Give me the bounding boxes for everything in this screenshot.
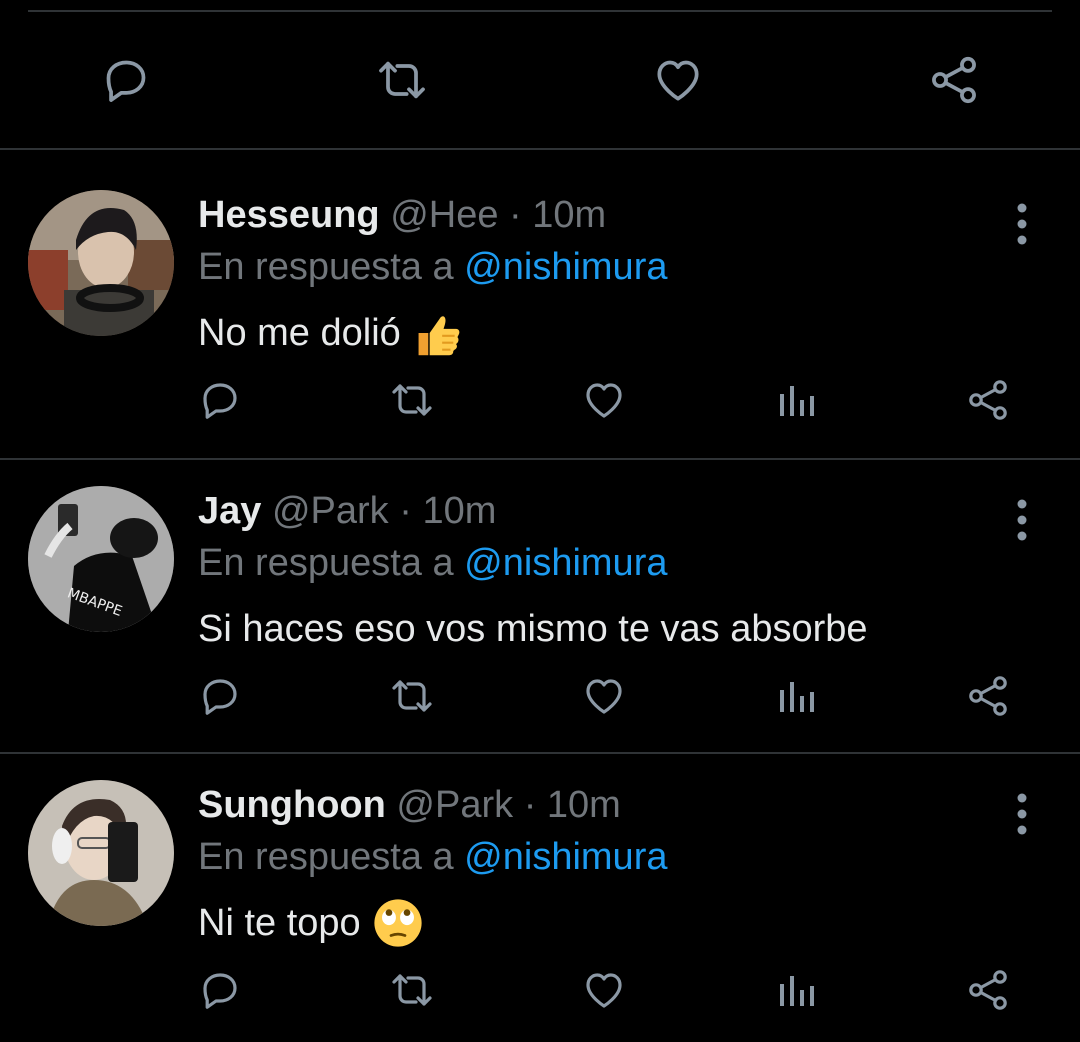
avatar-image <box>28 190 174 336</box>
avatar-image <box>28 780 174 926</box>
avatar[interactable]: MBAPPE <box>28 486 174 632</box>
tweet-actions <box>0 668 1080 724</box>
eye-roll-emoji <box>374 899 422 947</box>
like-icon <box>586 679 622 714</box>
tweet-header: Sunghoon @Park · 10m <box>198 782 621 828</box>
more-vertical-icon <box>1017 793 1027 835</box>
analytics-button[interactable] <box>768 372 824 428</box>
reply-context: En respuesta a @nishimura <box>198 834 667 880</box>
more-vertical-icon <box>1017 499 1027 541</box>
user-handle[interactable]: @Hee <box>390 194 498 236</box>
mention-link[interactable]: @nishimura <box>464 246 667 288</box>
share-button[interactable] <box>960 962 1016 1018</box>
user-handle[interactable]: @Park <box>396 784 513 826</box>
like-icon <box>657 60 699 101</box>
share-button[interactable] <box>960 372 1016 428</box>
share-button[interactable] <box>960 668 1016 724</box>
tweet-body: Ni te topo <box>198 902 361 944</box>
tweet-text: No me dolió <box>198 308 463 358</box>
display-name[interactable]: Jay <box>198 490 261 532</box>
tweet-body: Si haces eso vos mismo te vas absorbe <box>198 608 868 650</box>
reply-tweet[interactable]: MBAPPE Jay @Park · 10m En respuesta a @n… <box>0 446 1080 740</box>
retweet-icon <box>379 61 425 99</box>
tweet-actions <box>0 372 1080 428</box>
reply-icon <box>106 60 146 102</box>
reply-context-label: En respuesta a <box>198 542 454 584</box>
like-button[interactable] <box>576 668 632 724</box>
timestamp: · 10m <box>399 490 497 532</box>
display-name[interactable]: Sunghoon <box>198 784 386 826</box>
reply-icon <box>203 679 237 715</box>
like-button[interactable] <box>576 962 632 1018</box>
like-button[interactable] <box>646 48 710 112</box>
retweet-button[interactable] <box>384 962 440 1018</box>
analytics-icon <box>780 682 814 712</box>
reply-tweet[interactable]: Sunghoon @Park · 10m En respuesta a @nis… <box>0 740 1080 1034</box>
avatar[interactable] <box>28 780 174 926</box>
reply-button[interactable] <box>192 668 248 724</box>
tweet-text: Ni te topo <box>198 898 423 948</box>
reply-icon <box>203 383 237 419</box>
avatar[interactable] <box>28 190 174 336</box>
analytics-icon <box>780 386 814 416</box>
more-options-button[interactable] <box>1002 784 1042 844</box>
display-name[interactable]: Hesseung <box>198 194 380 236</box>
reply-context: En respuesta a @nishimura <box>198 540 667 586</box>
timestamp: · 10m <box>523 784 621 826</box>
main-tweet-actions <box>0 48 1080 112</box>
reply-context: En respuesta a @nishimura <box>198 244 667 290</box>
tweet-header: Jay @Park · 10m <box>198 488 496 534</box>
retweet-button[interactable] <box>384 372 440 428</box>
reply-icon <box>203 973 237 1009</box>
reply-button[interactable] <box>192 372 248 428</box>
like-icon <box>586 973 622 1008</box>
user-handle[interactable]: @Park <box>272 490 389 532</box>
share-icon <box>969 676 1007 716</box>
share-icon <box>969 970 1007 1010</box>
reply-button[interactable] <box>192 962 248 1018</box>
tweet-text: Si haces eso vos mismo te vas absorbe <box>198 604 868 654</box>
avatar-image: MBAPPE <box>28 486 174 632</box>
timestamp: · 10m <box>509 194 607 236</box>
like-button[interactable] <box>576 372 632 428</box>
share-button[interactable] <box>922 48 986 112</box>
mention-link[interactable]: @nishimura <box>464 836 667 878</box>
share-icon <box>932 56 976 104</box>
share-icon <box>969 380 1007 420</box>
mention-link[interactable]: @nishimura <box>464 542 667 584</box>
thumbs-up-emoji <box>418 316 460 356</box>
analytics-button[interactable] <box>768 668 824 724</box>
retweet-icon <box>392 680 432 712</box>
reply-context-label: En respuesta a <box>198 836 454 878</box>
tweet-thread: Hesseung @Hee · 10m En respuesta a @nish… <box>0 0 1080 1042</box>
more-vertical-icon <box>1017 203 1027 245</box>
more-options-button[interactable] <box>1002 194 1042 254</box>
retweet-icon <box>392 974 432 1006</box>
retweet-button[interactable] <box>384 668 440 724</box>
retweet-button[interactable] <box>370 48 434 112</box>
tweet-actions <box>0 962 1080 1018</box>
analytics-button[interactable] <box>768 962 824 1018</box>
tweet-body: No me dolió <box>198 312 401 354</box>
like-icon <box>586 383 622 418</box>
reply-tweet[interactable]: Hesseung @Hee · 10m En respuesta a @nish… <box>0 150 1080 444</box>
top-divider <box>28 10 1052 12</box>
reply-button[interactable] <box>94 48 158 112</box>
retweet-icon <box>392 384 432 416</box>
analytics-icon <box>780 976 814 1006</box>
reply-context-label: En respuesta a <box>198 246 454 288</box>
more-options-button[interactable] <box>1002 490 1042 550</box>
tweet-header: Hesseung @Hee · 10m <box>198 192 606 238</box>
